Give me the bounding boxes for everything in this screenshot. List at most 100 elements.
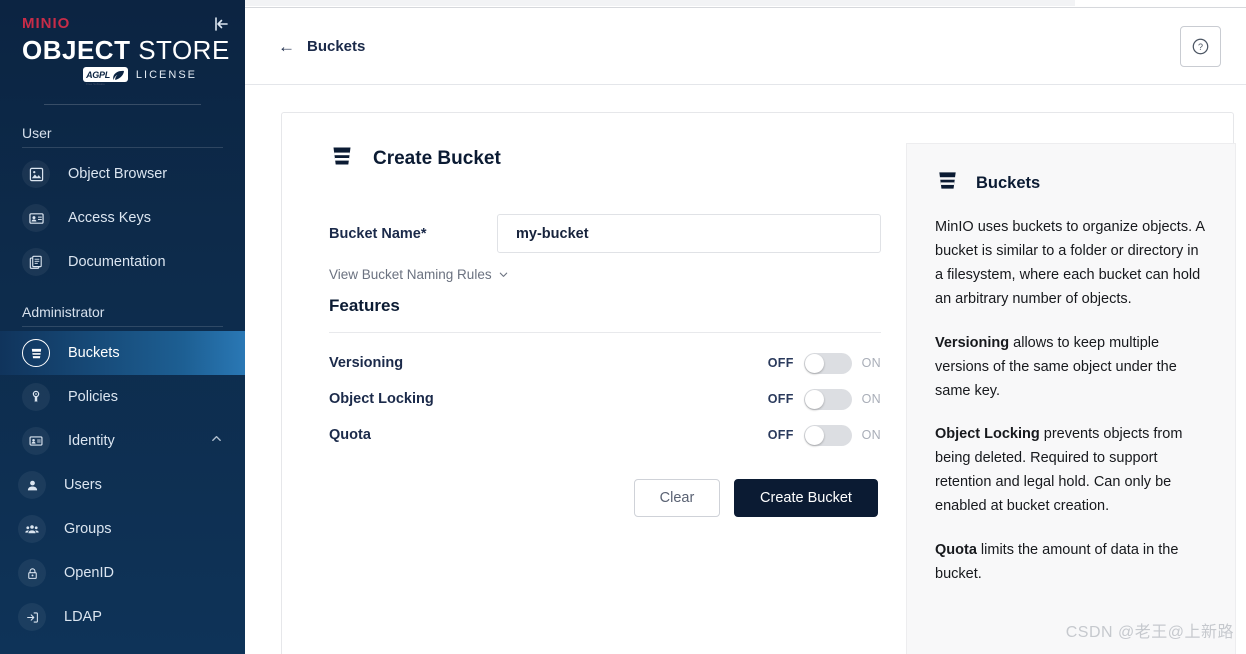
nav-section-rule-user bbox=[22, 147, 223, 149]
feature-row-quota: Quota OFF ON bbox=[329, 417, 881, 453]
info-panel-title: Buckets bbox=[976, 173, 1041, 192]
ldap-login-icon bbox=[18, 603, 46, 632]
create-bucket-form: Create Bucket Bucket Name* View Bucket N… bbox=[306, 143, 881, 654]
info-paragraph: Versioning allows to keep multiple versi… bbox=[935, 332, 1207, 404]
page-title: Buckets bbox=[307, 37, 366, 55]
sidebar-item-label: Identity bbox=[68, 433, 115, 450]
info-paragraph-bold: Object Locking bbox=[935, 426, 1040, 443]
groups-icon bbox=[18, 515, 46, 544]
quota-toggle[interactable] bbox=[803, 424, 852, 446]
sidebar-item-access-keys[interactable]: Access Keys bbox=[0, 196, 245, 240]
sidebar-item-policies[interactable]: Policies bbox=[0, 375, 245, 419]
info-paragraph: MinIO uses buckets to organize objects. … bbox=[935, 216, 1207, 312]
sidebar-item-ldap[interactable]: LDAP bbox=[0, 595, 245, 639]
info-paragraph-bold: Quota bbox=[935, 542, 977, 559]
toggle-knob bbox=[804, 425, 824, 445]
agpl-sublabel: Free Software bbox=[86, 81, 105, 86]
sidebar-item-label: Groups bbox=[64, 521, 112, 538]
object-browser-icon bbox=[22, 160, 50, 189]
sidebar-item-label: Policies bbox=[68, 389, 118, 406]
sidebar-item-label: OpenID bbox=[64, 565, 114, 582]
form-title-row: Create Bucket bbox=[329, 143, 881, 174]
sidebar-item-documentation[interactable]: Documentation bbox=[0, 240, 245, 284]
sidebar-item-label: LDAP bbox=[64, 609, 102, 626]
feather-swoosh-icon bbox=[113, 70, 124, 80]
feature-row-versioning: Versioning OFF ON bbox=[329, 345, 881, 381]
feature-label: Versioning bbox=[329, 355, 404, 371]
features-heading: Features bbox=[329, 296, 400, 315]
nav-section-title-administrator: Administrator bbox=[22, 304, 105, 321]
policy-icon bbox=[22, 383, 50, 412]
toggle-knob bbox=[804, 389, 824, 409]
sidebar-item-label: Users bbox=[64, 477, 102, 494]
info-paragraph-bold: Versioning bbox=[935, 334, 1010, 351]
sidebar-item-users[interactable]: Users bbox=[0, 463, 245, 507]
minio-logo-min: MIN bbox=[22, 15, 53, 32]
info-paragraph: Object Locking prevents objects from bei… bbox=[935, 423, 1207, 519]
collapse-left-icon bbox=[215, 17, 228, 31]
license-row: AGPL Free Software LICENSE bbox=[22, 67, 223, 85]
bucket-name-row: Bucket Name* bbox=[329, 214, 881, 253]
back-to-buckets-link[interactable]: ← Buckets bbox=[278, 38, 365, 55]
help-circle-icon: ? bbox=[1192, 38, 1209, 54]
help-button[interactable]: ? bbox=[1180, 25, 1221, 67]
agpl-text-block: AGPL Free Software bbox=[86, 65, 110, 86]
openid-lock-icon bbox=[18, 559, 46, 588]
object-store-wordmark: OBJECT STORE bbox=[22, 35, 229, 65]
info-panel: Buckets MinIO uses buckets to organize o… bbox=[906, 143, 1236, 654]
svg-text:?: ? bbox=[1198, 41, 1203, 51]
main-area: ← Buckets ? Create Bucket Bucket Name* m… bbox=[245, 0, 1246, 654]
sidebar-item-groups[interactable]: Groups bbox=[0, 507, 245, 551]
content-area: Create Bucket Bucket Name* View Bucket N… bbox=[245, 85, 1246, 654]
nav-section-title-user: User bbox=[22, 125, 52, 142]
sidebar-item-buckets[interactable]: Buckets bbox=[0, 331, 245, 376]
arrow-left-icon: ← bbox=[278, 36, 295, 56]
logo-object-text: OBJECT bbox=[22, 35, 131, 65]
bucket-icon bbox=[22, 339, 50, 368]
minio-console-page: MINIO OBJECT STORE AGPL Free Software LI… bbox=[0, 0, 1246, 654]
create-bucket-button[interactable]: Create Bucket bbox=[734, 479, 878, 517]
object-locking-toggle-group: OFF ON bbox=[768, 388, 881, 410]
toggle-knob bbox=[804, 353, 824, 373]
info-panel-header: Buckets bbox=[935, 168, 1207, 198]
bucket-name-input[interactable] bbox=[497, 214, 881, 253]
agpl-badge: AGPL Free Software bbox=[83, 67, 128, 85]
minio-logo-io: IO bbox=[52, 15, 71, 32]
sidebar-item-object-browser[interactable]: Object Browser bbox=[0, 152, 245, 196]
collapse-sidebar-button[interactable] bbox=[211, 14, 231, 34]
chevron-down-icon bbox=[499, 272, 507, 277]
create-bucket-card: Create Bucket Bucket Name* View Bucket N… bbox=[281, 112, 1236, 654]
bucket-icon bbox=[935, 168, 960, 198]
versioning-toggle[interactable] bbox=[803, 352, 852, 374]
top-strip bbox=[245, 0, 1246, 8]
object-locking-toggle[interactable] bbox=[803, 388, 852, 410]
info-paragraph: Quota limits the amount of data in the b… bbox=[935, 539, 1207, 587]
documentation-icon bbox=[22, 248, 50, 277]
top-bar: ← Buckets ? bbox=[245, 8, 1246, 85]
info-paragraph-text: MinIO uses buckets to organize objects. … bbox=[935, 219, 1205, 307]
sidebar-item-openid[interactable]: OpenID bbox=[0, 551, 245, 595]
view-bucket-naming-rules-toggle[interactable]: View Bucket Naming Rules bbox=[329, 267, 509, 282]
identity-icon bbox=[22, 427, 50, 456]
sidebar-item-identity[interactable]: Identity bbox=[0, 419, 245, 463]
sidebar-divider bbox=[44, 104, 201, 106]
access-keys-icon bbox=[22, 204, 50, 233]
sidebar-item-label: Object Browser bbox=[68, 166, 168, 183]
form-title: Create Bucket bbox=[373, 147, 501, 169]
feature-row-object-locking: Object Locking OFF ON bbox=[329, 381, 881, 417]
feature-label: Object Locking bbox=[329, 391, 434, 407]
chevron-up-icon[interactable] bbox=[210, 432, 223, 450]
naming-rules-label: View Bucket Naming Rules bbox=[329, 267, 492, 282]
sidebar-item-label: Access Keys bbox=[68, 210, 151, 227]
toggle-off-label: OFF bbox=[767, 428, 794, 442]
sidebar-item-label: Buckets bbox=[68, 345, 120, 362]
clear-button[interactable]: Clear bbox=[634, 479, 720, 517]
bucket-name-label: Bucket Name* bbox=[329, 225, 427, 242]
versioning-toggle-group: OFF ON bbox=[767, 352, 881, 374]
bucket-icon bbox=[329, 143, 355, 174]
toggle-off-label: OFF bbox=[767, 356, 794, 370]
sidebar: MINIO OBJECT STORE AGPL Free Software LI… bbox=[0, 0, 245, 654]
logo-store-text: STORE bbox=[138, 35, 230, 65]
license-word: LICENSE bbox=[135, 68, 197, 81]
sidebar-item-label: Documentation bbox=[68, 254, 166, 271]
